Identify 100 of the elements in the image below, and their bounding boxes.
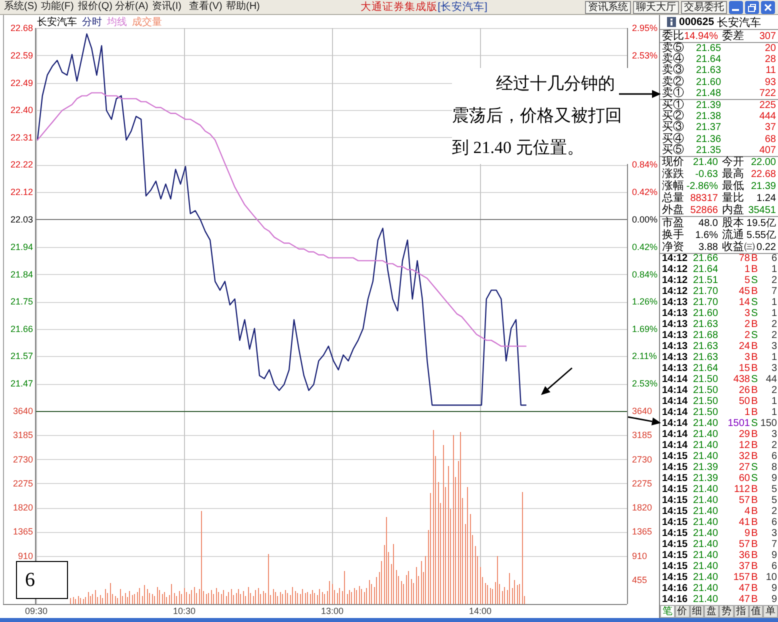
volume-label: 2275 [632, 478, 652, 488]
trade-price: 21.66 [693, 254, 720, 264]
trade-price: 21.68 [693, 331, 720, 342]
panel-tab[interactable]: 单 [763, 605, 778, 618]
legend-label: 均线 [107, 17, 127, 28]
trade-count: 9 [770, 550, 777, 561]
trade-count: 44 [764, 375, 777, 386]
time-label: 10:30 [172, 606, 196, 616]
order-price: 21.36 [696, 134, 722, 145]
trade-count: 2 [770, 320, 777, 330]
menu-item[interactable]: 查看(V) [189, 1, 226, 13]
panel-tab[interactable]: 指 [734, 605, 748, 618]
menu-item[interactable]: 系统(S) [4, 1, 41, 13]
price-label: 22.12 [10, 187, 33, 198]
trade-side: B [750, 397, 759, 408]
trade-volume: 1 [743, 265, 750, 276]
trade-side: B [750, 342, 759, 352]
pointer-arrow [541, 367, 572, 395]
panel-tab[interactable]: 价 [674, 605, 690, 618]
trade-side: B [750, 584, 759, 594]
menu-item[interactable]: 报价(Q) [78, 1, 115, 13]
panel-tab[interactable]: 势 [719, 605, 734, 618]
trade-price: 21.50 [693, 375, 720, 386]
order-volume: 407 [758, 144, 776, 156]
panel-tab[interactable]: 细 [690, 605, 704, 618]
trade-count: 8 [770, 462, 777, 473]
trade-time: 14:14 [662, 408, 689, 418]
trade-price: 21.63 [693, 342, 720, 352]
order-label: 买④ [662, 134, 685, 145]
order-price: 21.48 [696, 88, 722, 99]
trade-side: B [750, 430, 759, 440]
percent-label: 2.95% [632, 23, 658, 33]
trade-count: 6 [770, 518, 777, 528]
volume-label: 910 [632, 550, 648, 561]
panel-tab[interactable]: 笔 [660, 605, 675, 618]
percent-label: 2.11% [632, 351, 657, 362]
trade-price: 21.40 [693, 419, 720, 430]
toolbar-button[interactable]: 资讯系统 [585, 0, 631, 14]
menu-item[interactable]: 功能(F) [41, 1, 78, 13]
toolbar-button[interactable]: 交易委托 [681, 0, 727, 14]
volume-label: 2730 [632, 454, 652, 464]
trade-price: 21.40 [693, 496, 720, 506]
trade-count: 5 [770, 484, 777, 495]
info-icon [667, 17, 676, 27]
menu-item[interactable]: 资讯(I) [152, 1, 189, 13]
toolbar-button[interactable]: 聊天大厅 [633, 0, 679, 14]
trade-price: 21.40 [693, 528, 720, 539]
trade-volume: 57 [738, 540, 750, 550]
order-label: 买③ [662, 122, 685, 134]
trade-time: 14:16 [662, 584, 689, 594]
trade-volume: 57 [738, 496, 750, 506]
trade-price: 21.40 [693, 518, 720, 528]
restore-icon[interactable] [745, 0, 759, 14]
volume-label: 1365 [632, 526, 652, 537]
trade-volume: 9 [743, 528, 750, 539]
trade-time: 14:16 [662, 594, 689, 605]
order-price: 21.63 [696, 65, 722, 76]
time-label: 09:30 [24, 606, 48, 616]
panel-tab[interactable]: 值 [748, 605, 764, 618]
trade-time: 14:13 [662, 298, 689, 308]
panel-tab[interactable]: 盘 [704, 605, 719, 618]
trade-time: 14:15 [662, 540, 689, 550]
trade-side: S [750, 462, 759, 473]
trade-side: B [750, 540, 759, 550]
legend-label: 分时 [82, 17, 102, 28]
close-icon[interactable] [761, 0, 775, 14]
percent-label: 0.84% [632, 160, 658, 170]
order-label: 买⑤ [662, 144, 685, 156]
trade-side: B [750, 506, 759, 517]
order-price: 21.37 [696, 122, 722, 134]
trade-price: 21.39 [693, 474, 720, 484]
quote-label: 委差 [722, 30, 744, 42]
menu-item[interactable]: 帮助(H) [226, 1, 263, 13]
trade-price: 21.40 [693, 584, 720, 594]
minimize-icon[interactable] [729, 0, 743, 14]
volume-label: 2730 [12, 454, 33, 464]
order-price: 21.64 [696, 54, 722, 66]
trade-side: B [750, 353, 759, 364]
figure-number: 6 [16, 561, 68, 599]
order-volume: 20 [764, 43, 776, 54]
trade-volume: 27 [738, 462, 750, 473]
price-label: 21.57 [10, 351, 33, 362]
percent-label: 0.84% [632, 269, 658, 280]
menu-item[interactable]: 分析(A) [115, 1, 152, 13]
stock-title: [长安汽车] [438, 1, 488, 13]
price-label: 22.59 [10, 50, 33, 60]
quote-label: 流通 [722, 230, 744, 240]
trade-time: 14:14 [662, 397, 689, 408]
volume-label: 1820 [632, 502, 652, 512]
trade-count: 1 [770, 298, 777, 308]
order-label: 卖④ [662, 54, 685, 66]
trade-count: 3 [770, 342, 777, 352]
trade-time: 14:14 [662, 440, 689, 451]
quote-value: 22.00 [750, 157, 776, 168]
trade-volume: 14 [738, 298, 750, 308]
trade-price: 21.40 [693, 594, 720, 605]
quote-value: 0.22 [756, 242, 776, 252]
trade-volume: 2 [743, 331, 750, 342]
trade-volume: 26 [738, 386, 750, 396]
quote-label: 总量 [662, 192, 684, 204]
